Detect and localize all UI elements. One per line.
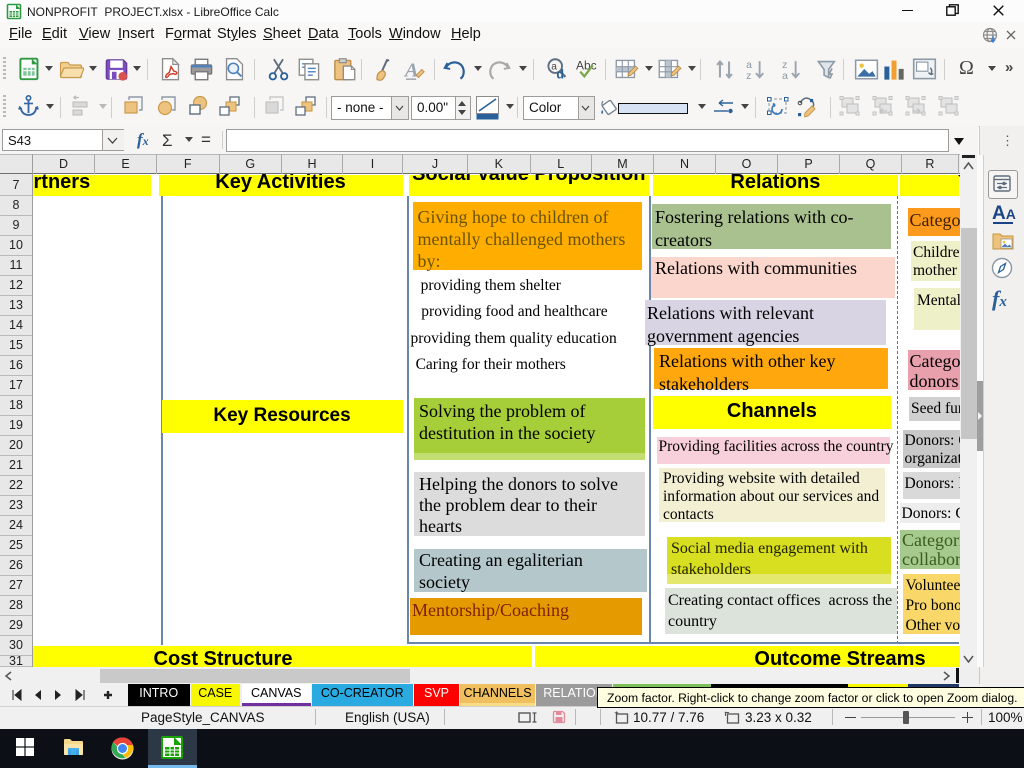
- svg-text:a: a: [782, 71, 788, 82]
- svg-text:z: z: [782, 60, 787, 71]
- svg-text:z: z: [746, 71, 751, 82]
- svg-text:A: A: [403, 59, 419, 81]
- svg-text:d: d: [556, 68, 564, 82]
- svg-text:a: a: [746, 60, 752, 71]
- svg-text:Abc: Abc: [576, 59, 597, 73]
